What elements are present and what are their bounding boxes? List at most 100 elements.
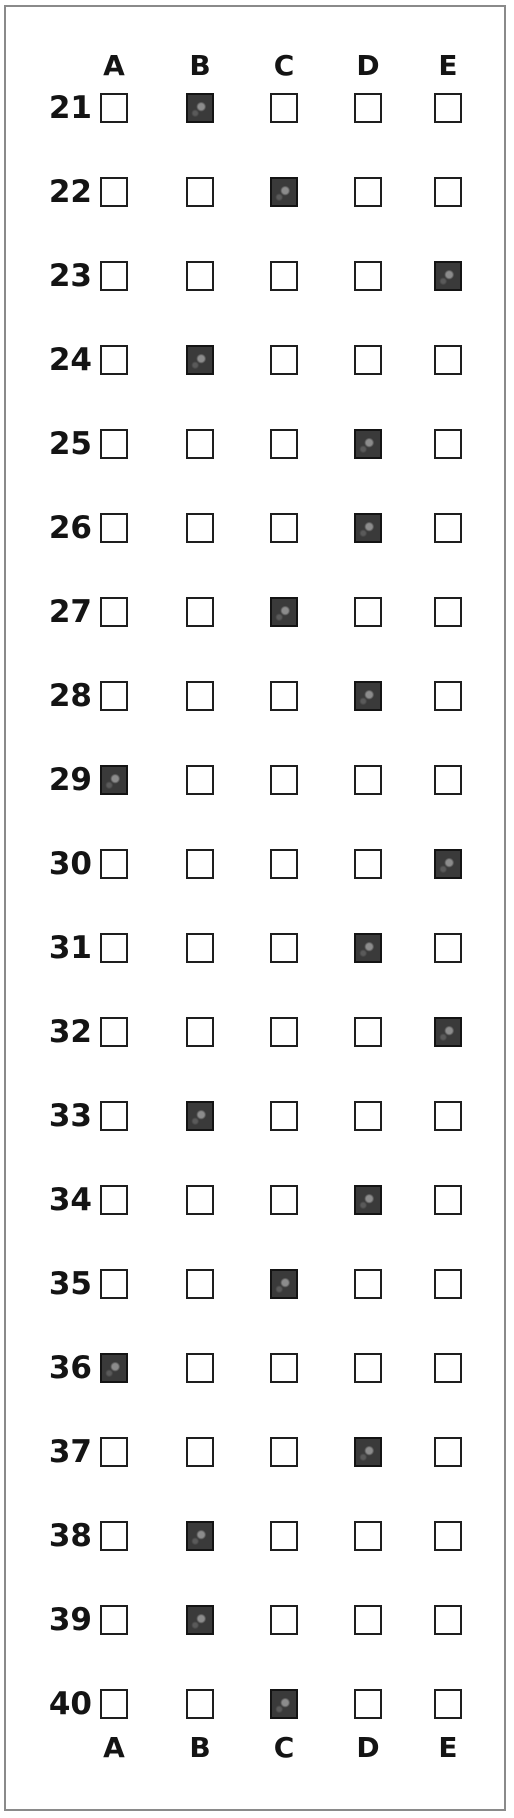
answer-box-31-c[interactable] xyxy=(270,933,298,963)
answer-box-37-a[interactable] xyxy=(100,1437,128,1467)
answer-box-36-a[interactable] xyxy=(100,1353,128,1383)
answer-box-27-a[interactable] xyxy=(100,597,128,627)
answer-box-21-e[interactable] xyxy=(434,93,462,123)
answer-box-25-e[interactable] xyxy=(434,429,462,459)
answer-box-24-a[interactable] xyxy=(100,345,128,375)
answer-box-39-a[interactable] xyxy=(100,1605,128,1635)
answer-box-35-d[interactable] xyxy=(354,1269,382,1299)
answer-box-23-b[interactable] xyxy=(186,261,214,291)
answer-box-34-d[interactable] xyxy=(354,1185,382,1215)
answer-box-22-a[interactable] xyxy=(100,177,128,207)
answer-box-28-d[interactable] xyxy=(354,681,382,711)
answer-box-22-e[interactable] xyxy=(434,177,462,207)
answer-box-35-e[interactable] xyxy=(434,1269,462,1299)
answer-box-33-a[interactable] xyxy=(100,1101,128,1131)
answer-box-23-a[interactable] xyxy=(100,261,128,291)
answer-box-26-e[interactable] xyxy=(434,513,462,543)
answer-box-26-b[interactable] xyxy=(186,513,214,543)
answer-box-39-b[interactable] xyxy=(186,1605,214,1635)
answer-box-34-a[interactable] xyxy=(100,1185,128,1215)
answer-box-24-e[interactable] xyxy=(434,345,462,375)
answer-box-35-c[interactable] xyxy=(270,1269,298,1299)
answer-box-27-e[interactable] xyxy=(434,597,462,627)
answer-box-38-b[interactable] xyxy=(186,1521,214,1551)
answer-box-34-e[interactable] xyxy=(434,1185,462,1215)
answer-box-33-d[interactable] xyxy=(354,1101,382,1131)
answer-box-28-a[interactable] xyxy=(100,681,128,711)
answer-box-32-c[interactable] xyxy=(270,1017,298,1047)
answer-box-27-b[interactable] xyxy=(186,597,214,627)
answer-box-31-e[interactable] xyxy=(434,933,462,963)
answer-box-39-e[interactable] xyxy=(434,1605,462,1635)
answer-box-25-d[interactable] xyxy=(354,429,382,459)
answer-box-29-b[interactable] xyxy=(186,765,214,795)
answer-box-39-d[interactable] xyxy=(354,1605,382,1635)
answer-box-21-c[interactable] xyxy=(270,93,298,123)
answer-box-22-d[interactable] xyxy=(354,177,382,207)
answer-box-22-b[interactable] xyxy=(186,177,214,207)
answer-box-27-c[interactable] xyxy=(270,597,298,627)
answer-box-34-c[interactable] xyxy=(270,1185,298,1215)
answer-box-23-c[interactable] xyxy=(270,261,298,291)
answer-box-27-d[interactable] xyxy=(354,597,382,627)
answer-box-32-e[interactable] xyxy=(434,1017,462,1047)
answer-box-28-c[interactable] xyxy=(270,681,298,711)
answer-box-23-d[interactable] xyxy=(354,261,382,291)
answer-box-38-c[interactable] xyxy=(270,1521,298,1551)
answer-box-25-a[interactable] xyxy=(100,429,128,459)
answer-box-28-e[interactable] xyxy=(434,681,462,711)
answer-box-37-e[interactable] xyxy=(434,1437,462,1467)
answer-box-35-a[interactable] xyxy=(100,1269,128,1299)
answer-box-22-c[interactable] xyxy=(270,177,298,207)
answer-box-38-e[interactable] xyxy=(434,1521,462,1551)
answer-box-29-d[interactable] xyxy=(354,765,382,795)
answer-box-26-d[interactable] xyxy=(354,513,382,543)
answer-box-24-c[interactable] xyxy=(270,345,298,375)
answer-box-33-e[interactable] xyxy=(434,1101,462,1131)
answer-box-33-c[interactable] xyxy=(270,1101,298,1131)
answer-box-38-d[interactable] xyxy=(354,1521,382,1551)
answer-box-37-b[interactable] xyxy=(186,1437,214,1467)
answer-box-36-c[interactable] xyxy=(270,1353,298,1383)
answer-box-26-c[interactable] xyxy=(270,513,298,543)
answer-box-21-d[interactable] xyxy=(354,93,382,123)
answer-box-21-b[interactable] xyxy=(186,93,214,123)
answer-box-29-c[interactable] xyxy=(270,765,298,795)
answer-box-39-c[interactable] xyxy=(270,1605,298,1635)
answer-box-33-b[interactable] xyxy=(186,1101,214,1131)
answer-box-40-c[interactable] xyxy=(270,1689,298,1719)
answer-box-40-d[interactable] xyxy=(354,1689,382,1719)
answer-box-21-a[interactable] xyxy=(100,93,128,123)
answer-box-40-b[interactable] xyxy=(186,1689,214,1719)
answer-box-36-e[interactable] xyxy=(434,1353,462,1383)
answer-box-30-a[interactable] xyxy=(100,849,128,879)
answer-box-37-c[interactable] xyxy=(270,1437,298,1467)
answer-box-32-d[interactable] xyxy=(354,1017,382,1047)
answer-box-40-a[interactable] xyxy=(100,1689,128,1719)
answer-box-30-e[interactable] xyxy=(434,849,462,879)
answer-box-30-c[interactable] xyxy=(270,849,298,879)
answer-box-40-e[interactable] xyxy=(434,1689,462,1719)
answer-box-31-b[interactable] xyxy=(186,933,214,963)
answer-box-29-e[interactable] xyxy=(434,765,462,795)
answer-box-36-d[interactable] xyxy=(354,1353,382,1383)
answer-box-38-a[interactable] xyxy=(100,1521,128,1551)
answer-box-23-e[interactable] xyxy=(434,261,462,291)
answer-box-26-a[interactable] xyxy=(100,513,128,543)
answer-box-25-c[interactable] xyxy=(270,429,298,459)
answer-box-30-d[interactable] xyxy=(354,849,382,879)
answer-box-32-b[interactable] xyxy=(186,1017,214,1047)
answer-box-34-b[interactable] xyxy=(186,1185,214,1215)
answer-box-32-a[interactable] xyxy=(100,1017,128,1047)
answer-box-36-b[interactable] xyxy=(186,1353,214,1383)
answer-box-30-b[interactable] xyxy=(186,849,214,879)
answer-box-25-b[interactable] xyxy=(186,429,214,459)
answer-box-31-a[interactable] xyxy=(100,933,128,963)
answer-box-35-b[interactable] xyxy=(186,1269,214,1299)
answer-box-37-d[interactable] xyxy=(354,1437,382,1467)
answer-box-28-b[interactable] xyxy=(186,681,214,711)
answer-box-24-b[interactable] xyxy=(186,345,214,375)
answer-box-31-d[interactable] xyxy=(354,933,382,963)
answer-box-29-a[interactable] xyxy=(100,765,128,795)
answer-box-24-d[interactable] xyxy=(354,345,382,375)
